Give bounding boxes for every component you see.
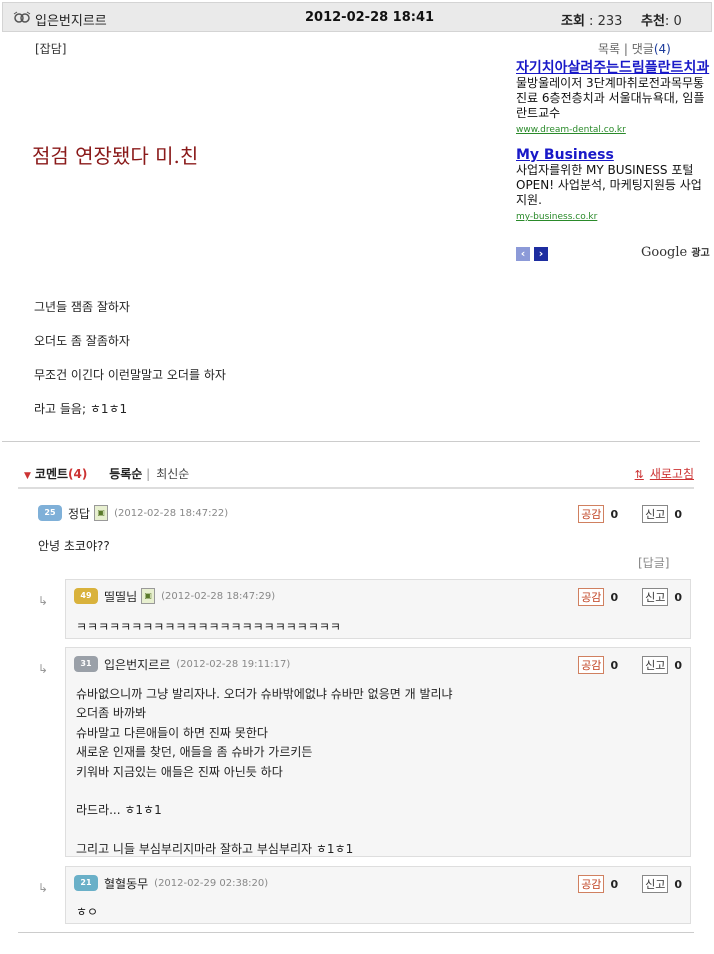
- comment-time: (2012-02-28 18:47:22): [114, 507, 229, 519]
- reply-arrow-icon: ↳: [38, 594, 49, 608]
- refresh-label: 새로고침: [649, 467, 694, 481]
- comment-count: (4): [68, 467, 88, 481]
- comment-time: (2012-02-28 18:47:29): [161, 590, 276, 602]
- google-logo: Google: [641, 245, 688, 260]
- ad-item[interactable]: 자기치아살려주는드림플란트치과 물방울레이저 3단계마취로전과목무통진료 6층전…: [516, 60, 712, 135]
- report-count: 0: [674, 877, 682, 891]
- post-category: [잡담]: [35, 42, 67, 56]
- report-count: 0: [674, 590, 682, 604]
- report-count: 0: [674, 507, 682, 521]
- report-button[interactable]: 신고: [642, 505, 669, 523]
- views-stat: 조회 : 233: [561, 14, 623, 29]
- like-button[interactable]: 공감: [578, 505, 605, 523]
- ad-item[interactable]: My Business 사업자를위한 MY BUSINESS 포털 OPEN! …: [516, 147, 712, 222]
- ad-title[interactable]: My Business: [516, 147, 712, 163]
- comment-actions: 공감 0 신고 0: [578, 588, 682, 606]
- reply-item: 21 혈혈동무 (2012-02-29 02:38:20) 공감 0 신고 0 ㅎㅇ: [65, 866, 691, 924]
- ad-description: 사업자를위한 MY BUSINESS 포털 OPEN! 사업분석, 마케팅지원등…: [516, 163, 702, 207]
- post-line: 무조건 이긴다 이런말말고 오더를 하자: [34, 368, 226, 382]
- mobile-icon: ▣: [94, 505, 109, 521]
- recommend-stat: 추천: 0: [641, 14, 682, 29]
- comment-author[interactable]: 입은번지르르: [104, 656, 170, 673]
- report-button[interactable]: 신고: [642, 656, 669, 674]
- divider: [2, 441, 700, 442]
- comment-item: 25 정답 ▣ (2012-02-28 18:47:22) 공감 0 신고 0 안녕…: [38, 503, 684, 573]
- report-count: 0: [674, 658, 682, 672]
- level-badge-icon: 49: [74, 588, 98, 604]
- author-icon: [13, 11, 31, 25]
- ad-panel: 자기치아살려주는드림플란트치과 물방울레이저 3단계마취로전과목무통진료 6층전…: [516, 60, 712, 230]
- level-badge-icon: 25: [38, 505, 62, 521]
- triangle-down-icon: ▼: [24, 471, 31, 481]
- like-button[interactable]: 공감: [578, 875, 605, 893]
- post-line: 라고 들음; ㅎ1ㅎ1: [34, 402, 128, 416]
- comment-text: ㅎㅇ: [76, 905, 99, 919]
- comments-link[interactable]: 댓글: [632, 42, 654, 56]
- comment-meta: 49 띨띨님 ▣ (2012-02-28 18:47:29): [74, 586, 275, 606]
- chevron-left-icon[interactable]: ‹: [516, 247, 530, 261]
- post-datetime: 2012-02-28 18:41: [305, 10, 435, 25]
- post-title: 점검 연장됐다 미.친: [32, 144, 199, 168]
- sort-registered-tab[interactable]: 등록순: [109, 467, 142, 481]
- comment-text: 슈바없으니까 그냥 발리자나. 오더가 슈바밖에없냐 슈바만 없응면 개 발리냐…: [76, 687, 453, 857]
- recommend-count: 0: [673, 14, 682, 29]
- comment-meta: 31 입은번지르르 (2012-02-28 19:11:17): [74, 654, 290, 674]
- comment-header: ▼ 코멘트(4) 등록순 | 최신순 ⇅ 새로고침: [24, 465, 694, 482]
- like-count: 0: [610, 877, 619, 891]
- comment-author[interactable]: 혈혈동무: [104, 875, 148, 892]
- ad-title[interactable]: 자기치아살려주는드림플란트치과: [516, 60, 712, 76]
- post-body: 그년들 잼좀 잘하자 오더도 좀 잘좀하자 무조건 이긴다 이런말말고 오더를 …: [34, 298, 226, 434]
- mobile-icon: ▣: [141, 588, 156, 604]
- post-header-bar: 입은번지르르 2012-02-28 18:41 조회 : 233 추천: 0: [2, 2, 712, 32]
- level-badge-icon: 31: [74, 656, 98, 672]
- like-count: 0: [610, 658, 619, 672]
- reply-item: 49 띨띨님 ▣ (2012-02-28 18:47:29) 공감 0 신고 0 ㅋ…: [65, 579, 691, 639]
- like-button[interactable]: 공감: [578, 656, 605, 674]
- comment-actions: 공감 0 신고 0: [578, 875, 682, 893]
- refresh-icon: ⇅: [634, 468, 644, 481]
- comments-link-count[interactable]: (4): [654, 42, 671, 56]
- ad-url[interactable]: www.dream-dental.co.kr: [516, 125, 626, 135]
- chevron-right-icon[interactable]: ›: [534, 247, 548, 261]
- comment-author[interactable]: 띨띨님: [104, 588, 137, 605]
- comment-author[interactable]: 정답: [68, 505, 90, 522]
- divider: [18, 487, 694, 489]
- comment-time: (2012-02-29 02:38:20): [154, 877, 269, 889]
- like-button[interactable]: 공감: [578, 588, 605, 606]
- recommend-label: 추천: [641, 14, 665, 29]
- like-count: 0: [610, 590, 619, 604]
- report-button[interactable]: 신고: [642, 588, 669, 606]
- post-author[interactable]: 입은번지르르: [35, 10, 107, 29]
- ad-provider[interactable]: Google 광고: [641, 244, 710, 260]
- comment-actions: 공감 0 신고 0: [578, 505, 682, 523]
- ad-provider-suffix: 광고: [691, 248, 710, 259]
- views-count: 233: [597, 14, 623, 29]
- like-count: 0: [610, 507, 619, 521]
- comment-text: 안녕 초코야??: [38, 539, 110, 553]
- sort-latest-tab[interactable]: 최신순: [156, 467, 189, 481]
- views-label: 조회: [561, 14, 585, 29]
- level-badge-icon: 21: [74, 875, 98, 891]
- comment-actions: 공감 0 신고 0: [578, 656, 682, 674]
- report-button[interactable]: 신고: [642, 875, 669, 893]
- list-link[interactable]: 목록: [598, 42, 620, 56]
- reply-arrow-icon: ↳: [38, 662, 49, 676]
- reply-item: 31 입은번지르르 (2012-02-28 19:11:17) 공감 0 신고 0 …: [65, 647, 691, 857]
- comment-time: (2012-02-28 19:11:17): [176, 658, 291, 670]
- ad-description: 물방울레이저 3단계마취로전과목무통진료 6층전층치과 서울대뉴욕대, 임플란트…: [516, 76, 705, 120]
- post-line: 그년들 잼좀 잘하자: [34, 300, 130, 314]
- comment-meta: 21 혈혈동무 (2012-02-29 02:38:20): [74, 873, 268, 893]
- reply-button[interactable]: [답글]: [638, 554, 669, 571]
- ad-nav: ‹ ›: [516, 246, 552, 261]
- ad-url[interactable]: my-business.co.kr: [516, 212, 597, 222]
- reply-arrow-icon: ↳: [38, 881, 49, 895]
- comment-meta: 25 정답 ▣ (2012-02-28 18:47:22): [38, 503, 228, 523]
- divider: [18, 932, 694, 933]
- post-links: 목록 | 댓글(4): [598, 42, 671, 56]
- comment-text: ㅋㅋㅋㅋㅋㅋㅋㅋㅋㅋㅋㅋㅋㅋㅋㅋㅋㅋㅋㅋㅋㅋㅋㅋ: [76, 620, 341, 634]
- comment-label: 코멘트: [34, 467, 69, 481]
- refresh-button[interactable]: ⇅ 새로고침: [635, 465, 694, 482]
- post-line: 오더도 좀 잘좀하자: [34, 334, 130, 348]
